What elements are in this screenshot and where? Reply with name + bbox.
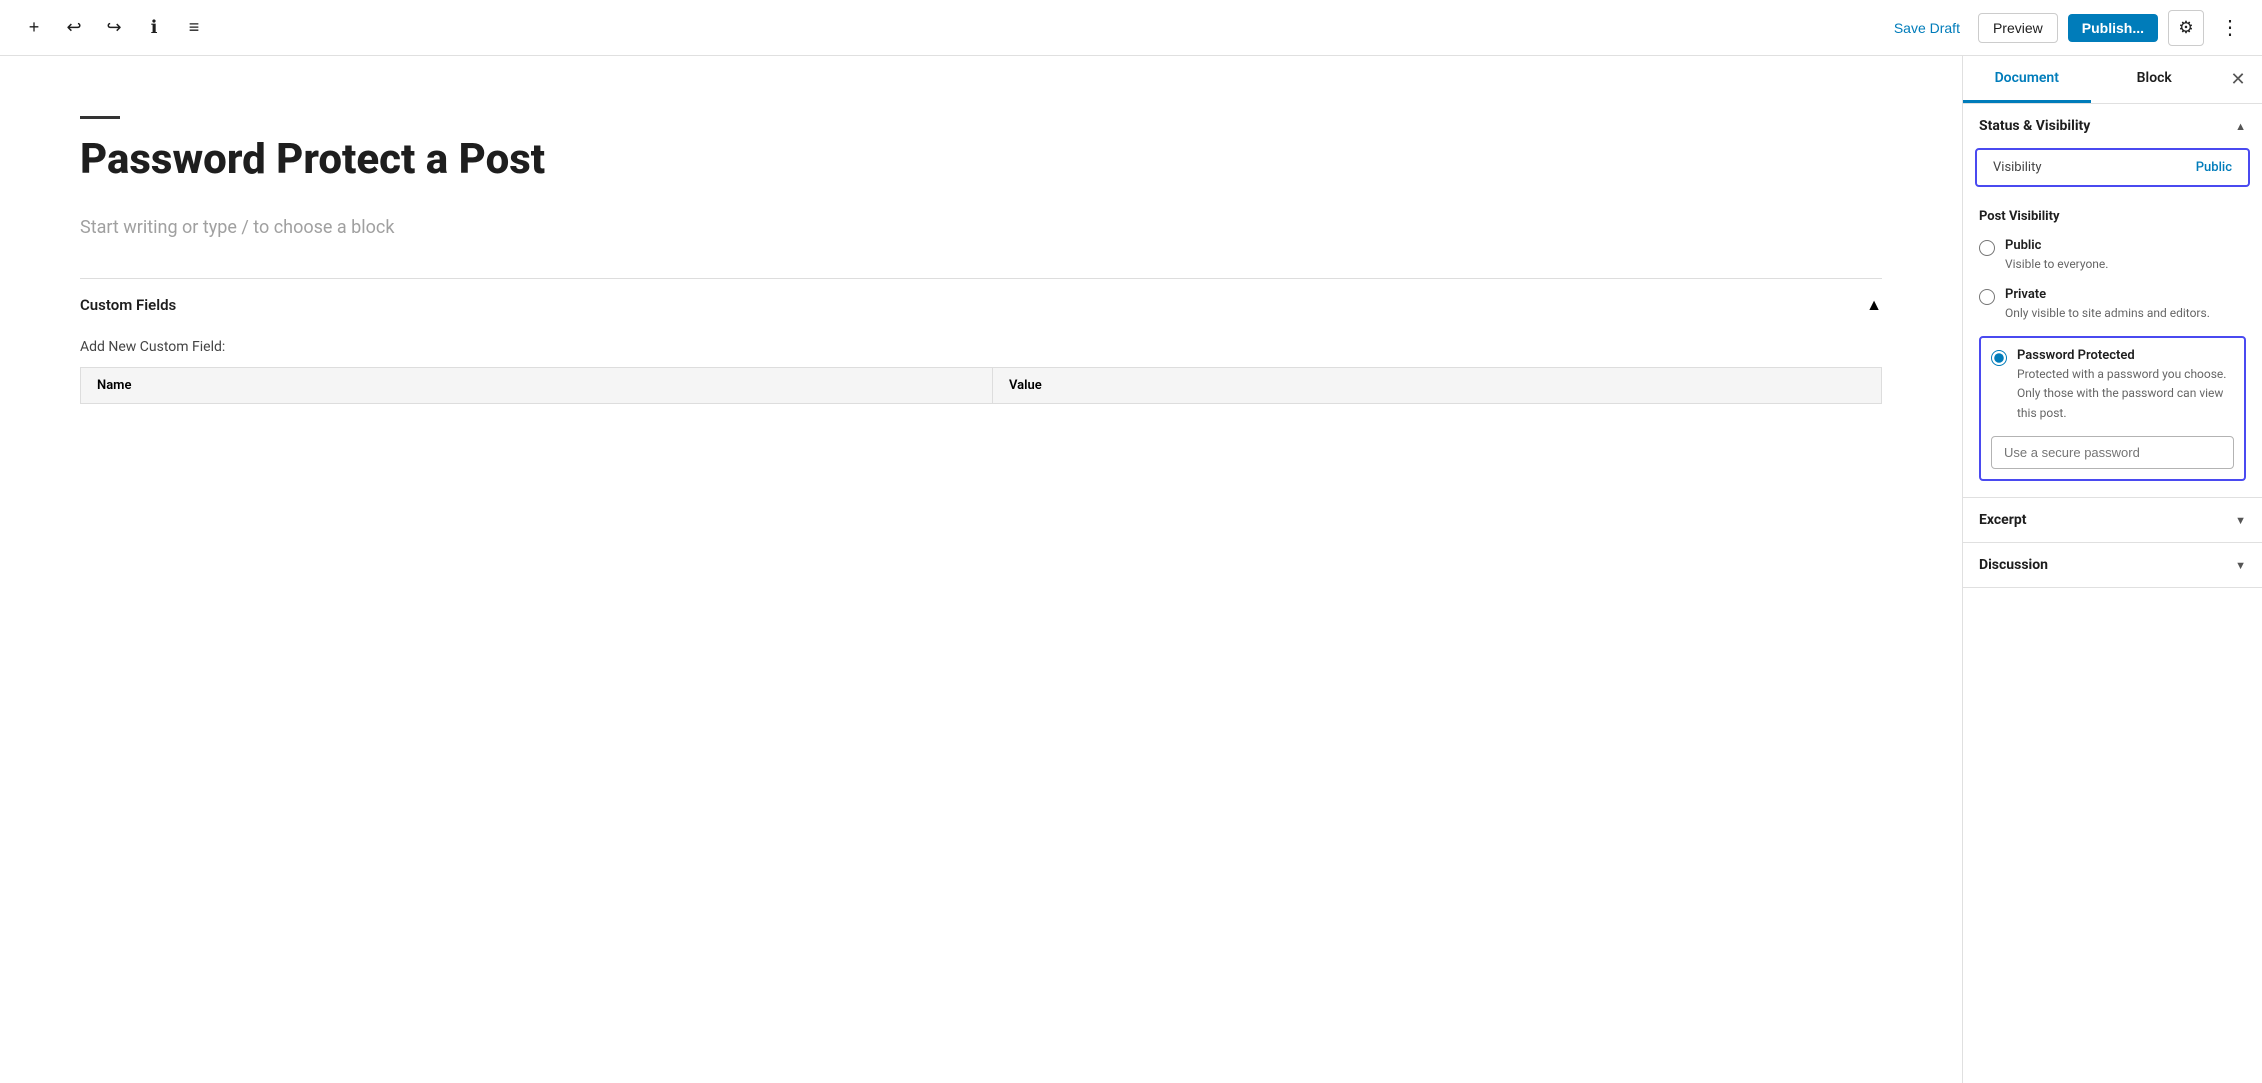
custom-fields-chevron-up: ▲ [1866,295,1882,315]
toolbar: + ↩ ↪ ℹ ≡ Save Draft Preview Publish... … [0,0,2262,56]
excerpt-header[interactable]: Excerpt [1963,498,2262,542]
redo-button[interactable]: ↪ [96,10,132,46]
visibility-public-desc: Visible to everyone. [2005,257,2108,271]
visibility-radio-public[interactable] [1979,240,1995,256]
custom-fields-section: Custom Fields ▲ Add New Custom Field: Na… [80,278,1882,412]
visibility-password-label[interactable]: Password Protected [2017,348,2234,363]
toolbar-right: Save Draft Preview Publish... ⚙ ⋮ [1886,10,2246,46]
discussion-header[interactable]: Discussion [1963,543,2262,587]
table-header-value: Value [993,368,1882,404]
save-draft-button[interactable]: Save Draft [1886,14,1968,42]
main-layout: Password Protect a Post Start writing or… [0,56,2262,1083]
visibility-password-content: Password Protected Protected with a pass… [2017,348,2234,422]
tab-document[interactable]: Document [1963,56,2091,103]
toolbar-left: + ↩ ↪ ℹ ≡ [16,10,1878,46]
visibility-radio-private[interactable] [1979,289,1995,305]
list-icon: ≡ [189,17,200,38]
visibility-row[interactable]: Visibility Public [1975,148,2250,187]
sidebar-header: Document Block ✕ [1963,56,2262,104]
redo-icon: ↪ [106,17,121,38]
sidebar-content: Status & Visibility Visibility Public Po… [1963,104,2262,1083]
custom-fields-body: Add New Custom Field: Name Value [80,331,1882,412]
visibility-password-desc: Protected with a password you choose. On… [2017,367,2226,421]
excerpt-chevron [2235,512,2246,528]
custom-fields-header[interactable]: Custom Fields ▲ [80,279,1882,331]
visibility-value[interactable]: Public [2196,160,2232,175]
post-title[interactable]: Password Protect a Post [80,135,1882,185]
discussion-title: Discussion [1979,557,2048,573]
excerpt-section: Excerpt [1963,498,2262,543]
settings-button[interactable]: ⚙ [2168,10,2204,46]
excerpt-title: Excerpt [1979,512,2026,528]
add-icon: + [29,17,40,38]
discussion-section: Discussion [1963,543,2262,588]
custom-fields-table: Name Value [80,367,1882,404]
undo-button[interactable]: ↩ [56,10,92,46]
visibility-option-password[interactable]: Password Protected Protected with a pass… [1991,348,2234,422]
info-icon: ℹ [151,17,158,38]
discussion-chevron [2235,557,2246,573]
add-block-button[interactable]: + [16,10,52,46]
visibility-option-password-box: Password Protected Protected with a pass… [1979,336,2246,481]
post-visibility-title: Post Visibility [1979,209,2246,224]
gear-icon: ⚙ [2178,18,2193,38]
editor-placeholder[interactable]: Start writing or type / to choose a bloc… [80,217,1882,238]
preview-button[interactable]: Preview [1978,13,2058,43]
tab-block[interactable]: Block [2091,56,2219,103]
visibility-option-private[interactable]: Private Only visible to site admins and … [1979,287,2246,322]
more-options-button[interactable]: ⋮ [2214,11,2246,44]
ellipsis-icon: ⋮ [2220,17,2240,39]
status-visibility-section: Status & Visibility Visibility Public Po… [1963,104,2262,498]
list-view-button[interactable]: ≡ [176,10,212,46]
visibility-private-content: Private Only visible to site admins and … [2005,287,2210,322]
custom-fields-title: Custom Fields [80,296,176,314]
undo-icon: ↩ [66,17,81,38]
visibility-radio-password[interactable] [1991,350,2007,366]
sidebar: Document Block ✕ Status & Visibility Vis… [1962,56,2262,1083]
post-visibility-panel: Post Visibility Public Visible to everyo… [1963,195,2262,497]
table-header-name: Name [81,368,993,404]
status-visibility-header[interactable]: Status & Visibility [1963,104,2262,148]
close-icon: ✕ [2230,69,2245,90]
status-visibility-title: Status & Visibility [1979,118,2090,134]
visibility-private-label[interactable]: Private [2005,287,2210,302]
info-button[interactable]: ℹ [136,10,172,46]
sidebar-close-button[interactable]: ✕ [2218,60,2258,100]
visibility-public-label[interactable]: Public [2005,238,2108,253]
visibility-option-public[interactable]: Public Visible to everyone. [1979,238,2246,273]
password-input[interactable] [1991,436,2234,469]
visibility-public-content: Public Visible to everyone. [2005,238,2108,273]
editor-area[interactable]: Password Protect a Post Start writing or… [0,56,1962,1083]
title-separator [80,116,120,119]
status-visibility-chevron [2235,118,2246,134]
add-custom-field-label: Add New Custom Field: [80,339,1882,355]
visibility-label: Visibility [1993,160,2042,175]
publish-button[interactable]: Publish... [2068,14,2158,42]
visibility-private-desc: Only visible to site admins and editors. [2005,306,2210,320]
